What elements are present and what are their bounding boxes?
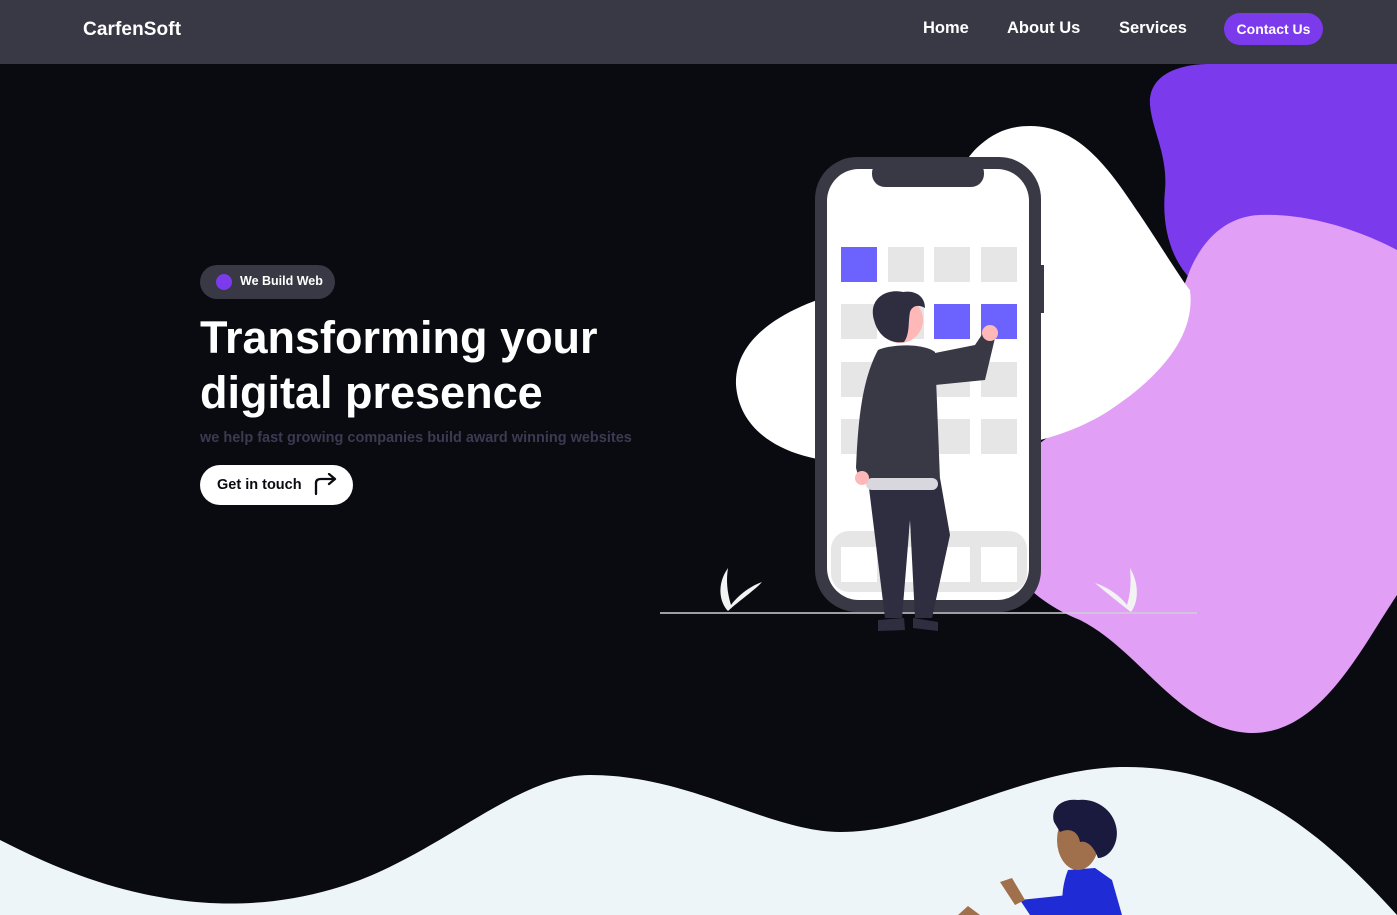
phone-notch [872,160,984,187]
get-in-touch-label: Get in touch [217,477,302,493]
brand-logo[interactable]: CarfenSoft [83,19,181,41]
hero-title-line-1: Transforming your [200,312,598,363]
badge-dot-icon [216,274,232,290]
arrow-turn-right-icon [314,473,337,496]
hero-badge: We Build Web [200,265,335,299]
nav-link-services[interactable]: Services [1119,19,1187,38]
contact-us-button[interactable]: Contact Us [1224,13,1323,45]
hero-title-line-2: digital presence [200,367,543,418]
leaf-left [720,568,762,611]
nav-link-home[interactable]: Home [923,19,969,38]
get-in-touch-button[interactable]: Get in touch [200,465,353,505]
bottom-wave [0,766,1397,915]
badge-label: We Build Web [240,274,323,288]
navbar: CarfenSoft Home About Us Services Contac… [0,0,1397,64]
nav-link-about-us[interactable]: About Us [1007,19,1080,38]
hero-subtitle: we help fast growing companies build awa… [200,430,632,446]
hero-title: Transforming your digital presence [200,310,598,420]
